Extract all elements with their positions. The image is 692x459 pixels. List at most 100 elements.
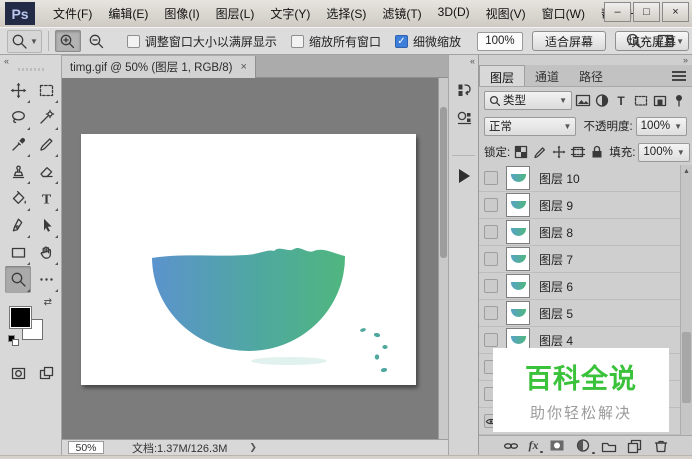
menu-item-8[interactable]: 视图(V) (478, 2, 534, 25)
minimize-button[interactable]: – (604, 2, 631, 22)
new-group-icon[interactable] (601, 438, 617, 454)
menu-item-1[interactable]: 编辑(E) (100, 2, 156, 25)
layer-name[interactable]: 图层 7 (539, 251, 573, 268)
layer-row[interactable]: 图层 6 (479, 273, 692, 300)
layer-thumbnail[interactable] (506, 301, 530, 325)
panel-menu-icon[interactable] (672, 71, 686, 83)
zoom-tool[interactable] (5, 266, 31, 293)
layer-name[interactable]: 图层 6 (539, 278, 573, 295)
layer-row[interactable]: 图层 7 (479, 246, 692, 273)
lock-move-icon[interactable] (551, 144, 567, 160)
swap-colors-icon[interactable]: ⇄ (44, 297, 52, 308)
properties-panel-icon[interactable] (455, 109, 473, 127)
eyedropper-tool[interactable] (5, 131, 31, 158)
layer-name[interactable]: 图层 9 (539, 197, 573, 214)
panel-tab-1[interactable]: 通道 (525, 65, 569, 86)
type-tool[interactable]: T (33, 185, 59, 212)
adjustment-layer-icon[interactable] (575, 437, 591, 454)
canvas-vertical-scrollbar[interactable] (438, 78, 448, 439)
canvas-area[interactable] (62, 78, 448, 439)
rect-marquee-tool[interactable] (33, 77, 59, 104)
layer-name[interactable]: 图层 8 (539, 224, 573, 241)
maximize-button[interactable]: □ (633, 2, 660, 22)
visibility-toggle[interactable] (484, 225, 498, 239)
layer-thumbnail[interactable] (506, 247, 530, 271)
visibility-toggle[interactable] (484, 333, 498, 347)
lasso-tool[interactable] (5, 104, 31, 131)
checkbox-icon[interactable] (291, 35, 304, 48)
menu-item-0[interactable]: 文件(F) (45, 2, 100, 25)
more-tools[interactable] (33, 266, 59, 293)
brush-tool[interactable] (33, 131, 59, 158)
actions-panel-icon[interactable] (455, 167, 473, 185)
delete-layer-icon[interactable] (653, 438, 669, 454)
opacity-value[interactable]: 100%▼ (636, 117, 687, 136)
filter-adjustment-layers-icon[interactable] (594, 92, 610, 108)
expand-dock-icon[interactable]: « (470, 56, 474, 66)
visibility-toggle[interactable] (484, 171, 498, 185)
move-tool[interactable] (5, 77, 31, 104)
visibility-toggle[interactable] (484, 306, 498, 320)
status-zoom-level[interactable]: 50% (68, 441, 104, 454)
option-checkbox-0[interactable]: 调整窗口大小以满屏显示 (127, 33, 277, 50)
layer-row[interactable]: 图层 5 (479, 300, 692, 327)
path-select-tool[interactable] (33, 212, 59, 239)
layer-name[interactable]: 图层 4 (539, 332, 573, 349)
gradient-tool[interactable] (5, 185, 31, 212)
filter-type-dropdown[interactable]: 类型 ▼ (484, 91, 572, 110)
layer-thumbnail[interactable] (506, 166, 530, 190)
layer-thumbnail[interactable] (506, 220, 530, 244)
filter-type-layers-icon[interactable]: T (613, 92, 629, 108)
layer-row[interactable]: 图层 10 (479, 165, 692, 192)
visibility-toggle[interactable] (484, 252, 498, 266)
default-colors-icon[interactable] (8, 335, 19, 346)
visibility-toggle[interactable] (484, 198, 498, 212)
visibility-toggle[interactable] (484, 279, 498, 293)
layer-mask-icon[interactable] (549, 437, 565, 454)
quick-mask-button[interactable] (5, 361, 31, 385)
pen-tool[interactable] (5, 212, 31, 239)
menu-item-3[interactable]: 图层(L) (208, 2, 263, 25)
link-icon[interactable] (503, 438, 519, 454)
workspace-switcher-icon[interactable] (657, 33, 674, 49)
filter-smart-object-icon[interactable] (652, 92, 668, 108)
eraser-tool[interactable] (33, 158, 59, 185)
status-expand-icon[interactable]: ❯ (249, 442, 257, 453)
screen-mode-button[interactable] (33, 361, 59, 385)
menu-item-2[interactable]: 图像(I) (156, 2, 207, 25)
new-layer-icon[interactable] (627, 438, 643, 454)
scroll-up-icon[interactable]: ▲ (681, 165, 692, 177)
option-checkbox-1[interactable]: 缩放所有窗口 (291, 33, 381, 50)
layer-thumbnail[interactable] (506, 274, 530, 298)
filter-pixel-layers-icon[interactable] (575, 92, 591, 108)
quick-selection-tool[interactable] (33, 104, 59, 131)
search-icon[interactable] (625, 32, 643, 50)
zoom-in-button[interactable] (55, 30, 81, 52)
layer-row[interactable]: 图层 9 (479, 192, 692, 219)
zoom-out-button[interactable] (84, 30, 110, 52)
layer-name[interactable]: 图层 10 (539, 170, 580, 187)
option-checkbox-2[interactable]: ✓细微缩放 (395, 33, 461, 50)
panel-tab-0[interactable]: 图层 (479, 65, 525, 86)
document-canvas[interactable] (81, 134, 416, 385)
close-tab-icon[interactable]: × (241, 61, 247, 73)
blend-mode-dropdown[interactable]: 正常 ▼ (484, 117, 576, 136)
fx-icon[interactable]: fx (529, 438, 539, 453)
lock-all-icon[interactable] (589, 144, 605, 160)
panel-tab-2[interactable]: 路径 (569, 65, 613, 86)
menu-item-7[interactable]: 3D(D) (430, 2, 478, 25)
layer-list-scrollbar[interactable]: ▲ (680, 165, 692, 435)
close-button[interactable]: × (662, 2, 689, 22)
clone-stamp-tool[interactable] (5, 158, 31, 185)
fit-screen-button[interactable]: 适合屏幕 (532, 31, 606, 51)
layer-thumbnail[interactable] (506, 193, 530, 217)
menu-item-5[interactable]: 选择(S) (318, 2, 374, 25)
history-panel-icon[interactable] (455, 81, 473, 99)
foreground-color-swatch[interactable] (10, 307, 31, 328)
menu-item-4[interactable]: 文字(Y) (262, 2, 318, 25)
menu-item-9[interactable]: 窗口(W) (534, 2, 593, 25)
lock-transparent-icon[interactable] (513, 144, 529, 160)
zoom-tool-preset[interactable]: ▼ (7, 30, 42, 53)
layer-row[interactable]: 图层 8 (479, 219, 692, 246)
shape-tool[interactable] (5, 239, 31, 266)
